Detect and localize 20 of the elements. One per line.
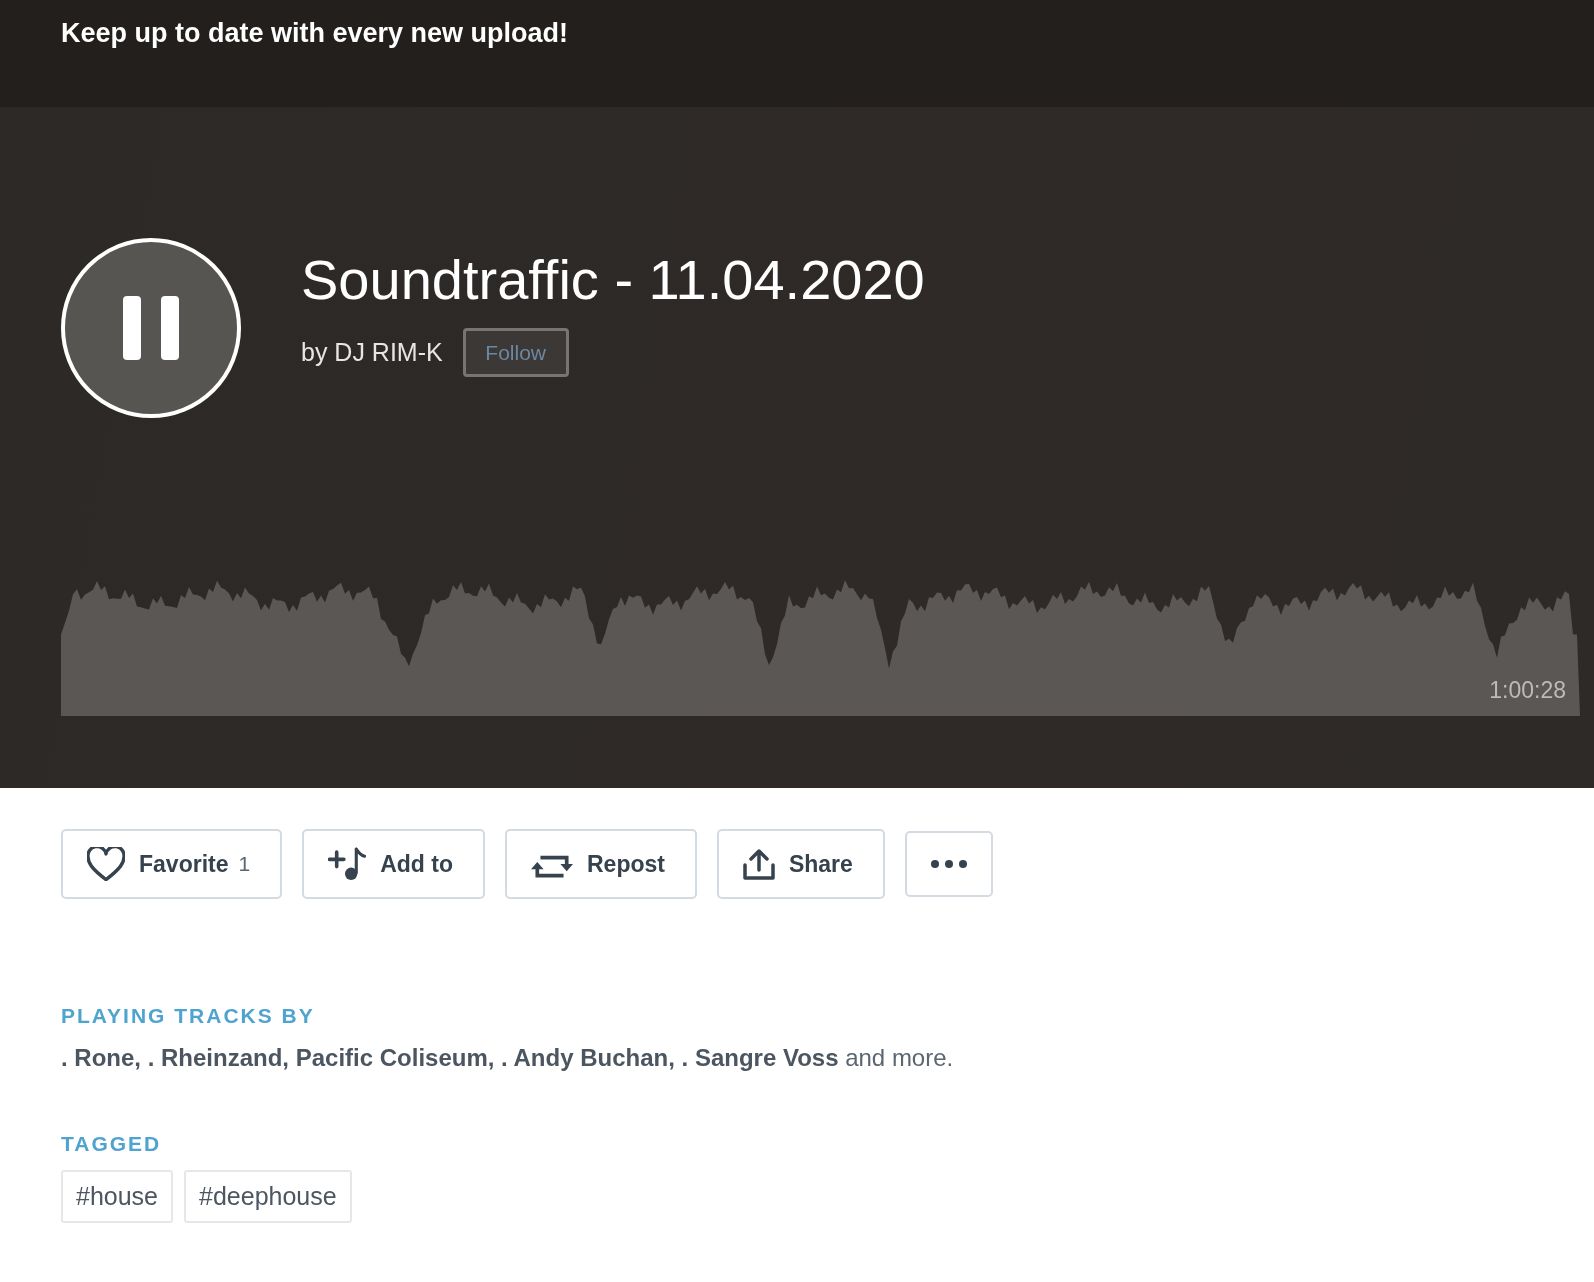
share-button[interactable]: Share [716, 829, 885, 899]
add-to-button[interactable]: Add to [302, 829, 485, 899]
artist-list: . Rone, . Rheinzand, Pacific Coliseum, . Andy Buchan, . Sangre Voss and more. [61, 1044, 1594, 1072]
upload-icon [742, 848, 775, 880]
duration-label: 1:00:28 [1489, 677, 1566, 704]
repost-button[interactable]: Repost [505, 829, 697, 899]
favorite-count: 1 [238, 852, 251, 876]
track-title: Soundtraffic - 11.04.2020 [301, 248, 925, 312]
banner-text: Keep up to date with every new upload! [61, 18, 569, 48]
section-heading: TAGGED [61, 1132, 163, 1156]
pause-icon [123, 296, 179, 360]
tag-link[interactable]: #deephouse [184, 1170, 352, 1223]
plus-note-icon [328, 847, 367, 881]
ellipsis-icon [930, 860, 967, 868]
tag-link[interactable]: #house [61, 1170, 174, 1223]
favorite-button[interactable]: Favorite 1 [61, 829, 283, 899]
artist-byline: by DJ RIM-K [301, 338, 443, 367]
heart-icon [87, 847, 125, 881]
section-heading: PLAYING TRACKS BY [61, 1004, 316, 1028]
more-button[interactable] [904, 831, 993, 897]
